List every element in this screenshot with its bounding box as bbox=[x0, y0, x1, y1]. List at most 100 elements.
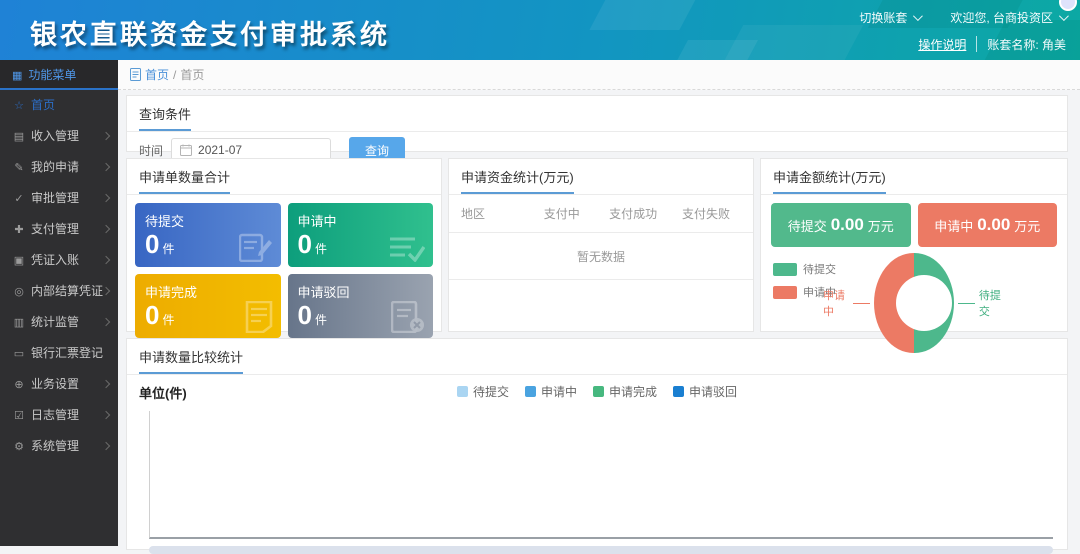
account-name-text: 账套名称: 角美 bbox=[987, 36, 1066, 53]
log-icon: ☑ bbox=[12, 401, 26, 432]
legend-swatch bbox=[673, 386, 684, 397]
horizontal-scrollbar[interactable] bbox=[149, 546, 1053, 554]
donut-label-left: 申请中 bbox=[823, 287, 849, 319]
funds-statistics-title: 申请资金统计(万元) bbox=[461, 167, 574, 194]
doc-edit-icon bbox=[239, 232, 273, 262]
doc-reject-icon bbox=[391, 301, 425, 333]
switch-account-dropdown[interactable]: 切换账套 bbox=[859, 9, 907, 26]
sidebar-menu-header[interactable]: ▦功能菜单 bbox=[0, 60, 118, 90]
link-icon: ⊕ bbox=[12, 370, 26, 401]
sidebar-item-home[interactable]: ☆首页 bbox=[0, 90, 118, 121]
donut-chart[interactable] bbox=[874, 253, 953, 353]
target-icon: ◎ bbox=[12, 277, 26, 308]
app-header: 银农直联资金支付审批系统 切换账套 欢迎您, 台商投资区 操作说明 账套名称: … bbox=[0, 0, 1080, 60]
breadcrumb-current: 首页 bbox=[180, 66, 204, 83]
sidebar-item-my-applications[interactable]: ✎我的申请 bbox=[0, 152, 118, 183]
sidebar-item-internal-settlement[interactable]: ◎内部结算凭证 bbox=[0, 276, 118, 307]
chevron-right-icon bbox=[102, 442, 110, 450]
funds-statistics-panel: 申请资金统计(万元) 地区 支付中 支付成功 支付失败 暂无数据 bbox=[448, 158, 754, 332]
legend-swatch bbox=[525, 386, 536, 397]
legend-item[interactable]: 待提交 bbox=[457, 383, 509, 400]
chevron-right-icon bbox=[102, 380, 110, 388]
query-panel: 查询条件 时间 查询 bbox=[126, 95, 1068, 152]
app-title: 银农直联资金支付审批系统 bbox=[30, 13, 390, 52]
comparison-chart-title: 申请数量比较统计 bbox=[139, 347, 243, 374]
sidebar-item-system-management[interactable]: ⚙系统管理 bbox=[0, 431, 118, 462]
chevron-right-icon bbox=[102, 163, 110, 171]
card-in-progress[interactable]: 申请中 0件 bbox=[288, 203, 434, 267]
card-completed[interactable]: 申请完成 0件 bbox=[135, 274, 281, 338]
document-icon: ▤ bbox=[12, 122, 26, 153]
list-check-icon bbox=[389, 234, 425, 262]
sidebar-item-approval[interactable]: ✓审批管理 bbox=[0, 183, 118, 214]
operation-guide-link[interactable]: 操作说明 bbox=[918, 36, 966, 53]
chevron-down-icon bbox=[913, 11, 923, 21]
gear-icon: ⚙ bbox=[12, 432, 26, 463]
pending-amount-badge: 待提交0.00万元 bbox=[771, 203, 911, 247]
legend-swatch bbox=[593, 386, 604, 397]
pencil-icon: ✎ bbox=[12, 153, 26, 184]
sidebar-item-statistics[interactable]: ▥统计监管 bbox=[0, 307, 118, 338]
amount-statistics-title: 申请金额统计(万元) bbox=[773, 167, 886, 194]
in-progress-amount-badge: 申请中0.00万元 bbox=[918, 203, 1058, 247]
document-icon bbox=[130, 68, 141, 81]
sidebar-item-log-management[interactable]: ☑日志管理 bbox=[0, 400, 118, 431]
sidebar-item-income[interactable]: ▤收入管理 bbox=[0, 121, 118, 152]
time-label: 时间 bbox=[139, 142, 163, 159]
card-pending-submit[interactable]: 待提交 0件 bbox=[135, 203, 281, 267]
calendar-icon bbox=[180, 144, 192, 156]
col-failed: 支付失败 bbox=[671, 205, 741, 222]
breadcrumb-home[interactable]: 首页 bbox=[145, 66, 169, 83]
legend-item[interactable]: 申请中 bbox=[525, 383, 577, 400]
check-icon: ✓ bbox=[12, 184, 26, 215]
grid-icon: ▦ bbox=[12, 70, 22, 82]
time-input[interactable] bbox=[198, 143, 308, 157]
bar-chart-icon: ▥ bbox=[12, 308, 26, 339]
comparison-chart-panel: 申请数量比较统计 单位(件) 待提交 申请中 申请完成 申请驳回 bbox=[126, 338, 1068, 550]
chevron-right-icon bbox=[102, 194, 110, 202]
legend-swatch-red bbox=[773, 286, 797, 299]
card-icon: ▭ bbox=[12, 339, 26, 370]
main-content: 查询条件 时间 查询 申请单数量合计 待提交 0件 bbox=[118, 90, 1080, 546]
document-icon bbox=[245, 301, 273, 333]
bar-chart-plot-area bbox=[149, 411, 1053, 539]
sidebar: ▦功能菜单 ☆首页 ▤收入管理 ✎我的申请 ✓审批管理 ✚支付管理 ▣凭证入账 … bbox=[0, 60, 118, 546]
sidebar-item-payment[interactable]: ✚支付管理 bbox=[0, 214, 118, 245]
query-panel-title: 查询条件 bbox=[139, 104, 191, 131]
chevron-right-icon bbox=[102, 411, 110, 419]
legend-item[interactable]: 申请完成 bbox=[593, 383, 657, 400]
chevron-right-icon bbox=[102, 132, 110, 140]
sidebar-item-business-settings[interactable]: ⊕业务设置 bbox=[0, 369, 118, 400]
welcome-user-dropdown[interactable]: 欢迎您, 台商投资区 bbox=[950, 9, 1053, 26]
divider bbox=[976, 36, 977, 52]
breadcrumb: 首页 / 首页 bbox=[118, 60, 1080, 90]
donut-callout-line bbox=[958, 303, 975, 304]
application-count-panel: 申请单数量合计 待提交 0件 申请中 0件 bbox=[126, 158, 442, 332]
amount-statistics-panel: 申请金额统计(万元) 待提交0.00万元 申请中0.00万元 待提交 申请中 bbox=[760, 158, 1068, 332]
empty-data-text: 暂无数据 bbox=[449, 233, 753, 280]
application-count-title: 申请单数量合计 bbox=[139, 167, 230, 194]
briefcase-icon: ▣ bbox=[12, 246, 26, 277]
plus-icon: ✚ bbox=[12, 215, 26, 246]
bar-chart-legend: 待提交 申请中 申请完成 申请驳回 bbox=[127, 383, 1067, 400]
sidebar-item-bank-draft[interactable]: ▭银行汇票登记 bbox=[0, 338, 118, 369]
header-deco-shape bbox=[672, 40, 758, 60]
col-success: 支付成功 bbox=[595, 205, 671, 222]
star-icon: ☆ bbox=[12, 91, 26, 122]
chevron-right-icon bbox=[102, 225, 110, 233]
legend-swatch-green bbox=[773, 263, 797, 276]
card-rejected[interactable]: 申请驳回 0件 bbox=[288, 274, 434, 338]
chevron-right-icon bbox=[102, 318, 110, 326]
table-header-row: 地区 支付中 支付成功 支付失败 bbox=[449, 195, 753, 233]
donut-label-right: 待提交 bbox=[979, 287, 1005, 319]
breadcrumb-separator: / bbox=[173, 68, 176, 82]
chevron-right-icon bbox=[102, 287, 110, 295]
donut-callout-line bbox=[853, 303, 870, 304]
col-region: 地区 bbox=[461, 205, 528, 222]
header-deco-shape bbox=[589, 0, 700, 30]
col-paying: 支付中 bbox=[528, 205, 595, 222]
chevron-right-icon bbox=[102, 256, 110, 264]
legend-swatch bbox=[457, 386, 468, 397]
legend-item[interactable]: 申请驳回 bbox=[673, 383, 737, 400]
sidebar-item-voucher-entry[interactable]: ▣凭证入账 bbox=[0, 245, 118, 276]
